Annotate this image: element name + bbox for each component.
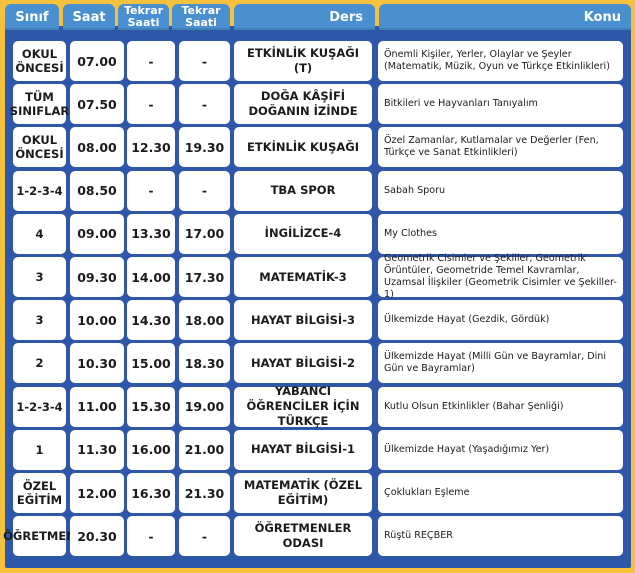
header-sinif: Sınıf <box>5 4 59 30</box>
repeat-time-1-cell: 14.00 <box>127 257 175 297</box>
repeat-time-2-cell: 19.30 <box>179 127 230 168</box>
topic-cell: Bitkileri ve Hayvanları Tanıyalım <box>378 84 623 125</box>
repeat-time-2-cell: - <box>179 84 230 125</box>
lesson-cell: YABANCI ÖĞRENCİLER İÇİN TÜRKÇE <box>234 384 372 428</box>
class-cell: ÖĞRETMEN <box>3 516 76 557</box>
time-cell: 20.30 <box>70 516 124 557</box>
class-cell: 1-2-3-4 <box>13 386 66 427</box>
repeat-time-2-cell: 19.00 <box>179 386 230 427</box>
time-cell: 07.00 <box>70 41 124 81</box>
lesson-cell: MATEMATİK (ÖZEL EĞİTİM) <box>234 473 372 513</box>
repeat-time-2-cell: 21.30 <box>179 473 230 513</box>
class-cell: OKUL ÖNCESİ <box>13 127 66 168</box>
repeat-time-1-cell: 15.00 <box>127 343 175 384</box>
repeat-time-1-cell: 15.30 <box>127 386 175 427</box>
class-cell: 1-2-3-4 <box>13 170 66 211</box>
time-cell: 08.00 <box>70 127 124 168</box>
class-cell: 3 <box>13 257 66 297</box>
lesson-cell: HAYAT BİLGİSİ-2 <box>234 343 372 384</box>
class-cell: TÜM SINIFLAR <box>10 84 69 125</box>
topic-cell: Rüştü REÇBER <box>378 516 623 557</box>
time-cell: 09.30 <box>70 257 124 297</box>
topic-cell: Ülkemizde Hayat (Yaşadığımız Yer) <box>378 429 623 470</box>
class-cell: ÖZEL EĞİTİM <box>13 473 66 513</box>
repeat-time-1-cell: 16.30 <box>127 473 175 513</box>
repeat-time-1-cell: - <box>127 516 175 557</box>
header-tekrar-2-line2: Saati <box>185 16 217 29</box>
topic-cell: Önemli Kişiler, Yerler, Olaylar ve Şeyle… <box>378 41 623 81</box>
time-cell: 07.50 <box>70 84 124 125</box>
topic-cell: Sabah Sporu <box>378 170 623 211</box>
repeat-time-2-cell: - <box>179 170 230 211</box>
repeat-time-2-cell: 18.00 <box>179 300 230 341</box>
repeat-time-1-cell: 14.30 <box>127 300 175 341</box>
repeat-time-2-cell: 18.30 <box>179 343 230 384</box>
lesson-cell: ÖĞRETMENLER ODASI <box>234 516 372 557</box>
lesson-cell: HAYAT BİLGİSİ-1 <box>234 429 372 470</box>
topic-cell: Kutlu Olsun Etkinlikler (Bahar Şenliği) <box>378 386 623 427</box>
time-cell: 11.30 <box>70 429 124 470</box>
topic-cell: Özel Zamanlar, Kutlamalar ve Değerler (F… <box>378 127 623 168</box>
lesson-cell: MATEMATİK-3 <box>234 257 372 297</box>
lesson-cell: ETKİNLİK KUŞAĞI (T) <box>234 41 372 81</box>
time-cell: 08.50 <box>70 170 124 211</box>
repeat-time-1-cell: 12.30 <box>127 127 175 168</box>
topic-cell: Ülkemizde Hayat (Milli Gün ve Bayramlar,… <box>378 343 623 384</box>
class-cell: 1 <box>13 429 66 470</box>
topic-cell: Geometrik Cisimler ve Şekiller, Geometri… <box>378 253 623 300</box>
repeat-time-2-cell: 17.30 <box>179 257 230 297</box>
lesson-cell: İNGİLİZCE-4 <box>234 213 372 254</box>
class-cell: 3 <box>13 300 66 341</box>
repeat-time-1-cell: - <box>127 41 175 81</box>
header-tekrar-1-line2: Saati <box>127 16 160 29</box>
time-cell: 10.00 <box>70 300 124 341</box>
repeat-time-2-cell: - <box>179 516 230 557</box>
time-cell: 11.00 <box>70 386 124 427</box>
topic-cell: Ülkemizde Hayat (Gezdik, Gördük) <box>378 300 623 341</box>
lesson-cell: DOĞA KÂŞİFİ DOĞANIN İZİNDE <box>234 84 372 125</box>
repeat-time-1-cell: - <box>127 170 175 211</box>
lesson-cell: ETKİNLİK KUŞAĞI <box>234 127 372 168</box>
time-cell: 09.00 <box>70 213 124 254</box>
repeat-time-2-cell: 17.00 <box>179 213 230 254</box>
header-tekrar-saati-2: Tekrar Saati <box>172 4 230 30</box>
header-tekrar-saati-1: Tekrar Saati <box>118 4 169 30</box>
header-konu: Konu <box>379 4 631 30</box>
lesson-cell: TBA SPOR <box>234 170 372 211</box>
header-saat: Saat <box>63 4 115 30</box>
topic-cell: Çoklukları Eşleme <box>378 473 623 513</box>
class-cell: 4 <box>13 213 66 254</box>
time-cell: 12.00 <box>70 473 124 513</box>
class-cell: OKUL ÖNCESİ <box>13 41 66 81</box>
topic-cell: My Clothes <box>378 213 623 254</box>
repeat-time-1-cell: 13.30 <box>127 213 175 254</box>
class-cell: 2 <box>13 343 66 384</box>
time-cell: 10.30 <box>70 343 124 384</box>
header-ders: Ders <box>234 4 375 30</box>
repeat-time-2-cell: 21.00 <box>179 429 230 470</box>
lesson-cell: HAYAT BİLGİSİ-3 <box>234 300 372 341</box>
repeat-time-2-cell: - <box>179 41 230 81</box>
repeat-time-1-cell: - <box>127 84 175 125</box>
repeat-time-1-cell: 16.00 <box>127 429 175 470</box>
